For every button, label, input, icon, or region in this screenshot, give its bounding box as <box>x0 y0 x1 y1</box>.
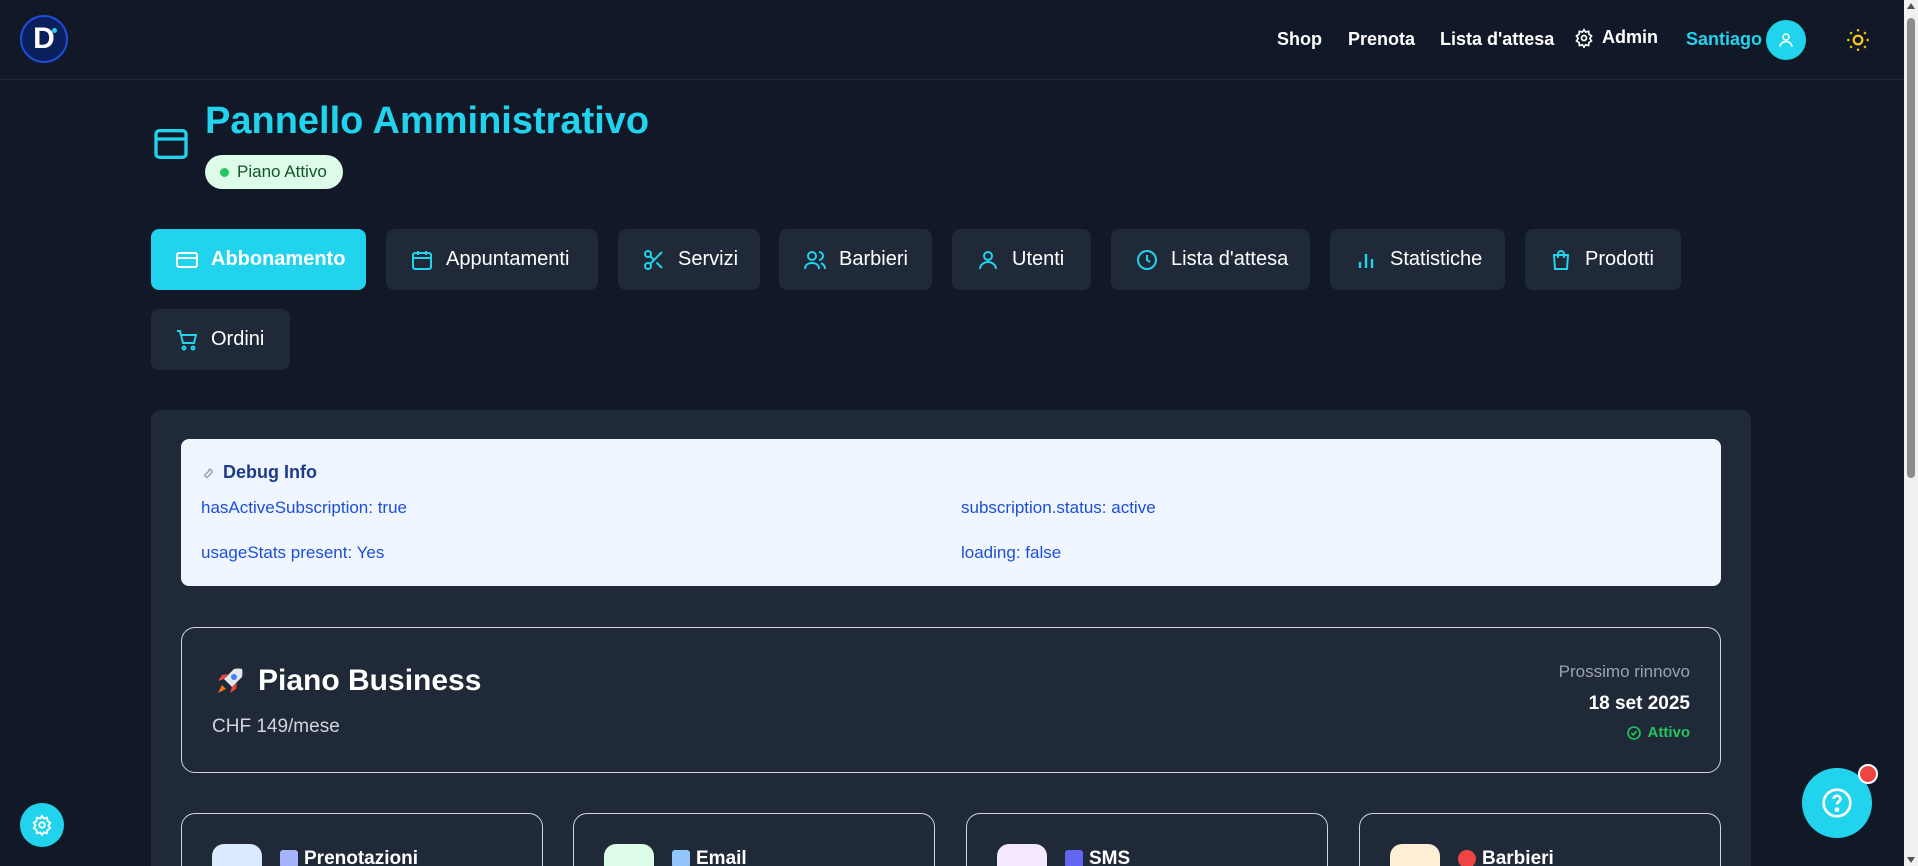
usage-label: Prenotazioni <box>280 848 418 866</box>
usage-card-email: Email <box>573 813 935 866</box>
scissors-emoji-icon <box>1458 850 1476 866</box>
scroll-up-arrow-icon[interactable] <box>1907 3 1915 9</box>
debug-info-box: Debug Info hasActiveSubscription: true s… <box>181 439 1721 586</box>
logo-dot <box>52 28 57 33</box>
renew-date: 18 set 2025 <box>1588 693 1690 714</box>
usage-label-text: Prenotazioni <box>304 848 419 866</box>
tab-label: Barbieri <box>839 248 908 270</box>
clock-icon <box>1137 249 1157 270</box>
usage-label: SMS <box>1065 848 1130 866</box>
top-navbar: D Shop Prenota Lista d'attesa Admin Sant… <box>0 0 1904 80</box>
tab-barbieri[interactable]: Barbieri <box>779 229 932 290</box>
tab-label: Lista d'attesa <box>1171 248 1289 270</box>
plan-name-label: Piano Business <box>258 664 482 697</box>
phone-emoji-icon <box>1065 850 1083 866</box>
gear-icon <box>1575 27 1593 48</box>
nav-link-admin-label: Admin <box>1602 27 1658 47</box>
status-badge-label: Piano Attivo <box>237 162 327 181</box>
tab-label: Utenti <box>1012 248 1065 270</box>
layout-icon <box>154 129 188 159</box>
scroll-down-arrow-icon[interactable] <box>1907 857 1915 863</box>
status-badge: Piano Attivo <box>205 155 343 189</box>
plan-price: CHF 149/mese <box>212 716 340 737</box>
shopping-cart-icon <box>177 329 198 350</box>
logo[interactable]: D <box>20 15 68 63</box>
tab-abbonamento[interactable]: Abbonamento <box>151 229 366 290</box>
shopping-bag-icon <box>1552 249 1570 270</box>
tab-servizi[interactable]: Servizi <box>618 229 760 290</box>
tab-label: Prodotti <box>1585 248 1654 270</box>
wrench-icon <box>203 468 213 479</box>
plan-card: Piano Business CHF 149/mese Prossimo rin… <box>181 627 1721 773</box>
debug-title: Debug Info <box>201 462 317 483</box>
debug-row: subscription.status: active <box>961 498 1156 517</box>
tab-label: Servizi <box>678 248 739 270</box>
envelope-emoji-icon <box>672 850 690 866</box>
bar-chart-icon <box>1358 253 1374 268</box>
renew-status: Attivo <box>1626 724 1691 741</box>
scrollbar-thumb[interactable] <box>1907 18 1915 478</box>
tab-label: Statistiche <box>1390 248 1483 270</box>
nav-link-admin[interactable]: Admin <box>1574 27 1658 48</box>
tab-utenti[interactable]: Utenti <box>952 229 1091 290</box>
renew-label: Prossimo rinnovo <box>1558 662 1690 681</box>
notification-badge <box>1858 764 1878 784</box>
tab-lista-attesa[interactable]: Lista d'attesa <box>1111 229 1310 290</box>
debug-row: usageStats present: Yes <box>201 543 385 562</box>
check-circle-icon <box>1626 725 1641 740</box>
calendar-icon <box>412 250 432 270</box>
tab-ordini[interactable]: Ordini <box>151 309 290 370</box>
users-icon <box>1390 844 1440 866</box>
usage-label-text: Email <box>696 848 747 866</box>
calendar-emoji-icon <box>280 850 298 866</box>
tab-prodotti[interactable]: Prodotti <box>1525 229 1681 290</box>
user-name[interactable]: Santiago <box>1686 29 1762 50</box>
usage-label: Barbieri <box>1458 848 1554 866</box>
settings-button[interactable] <box>20 803 64 847</box>
phone-icon <box>997 844 1047 866</box>
nav-link-lista-attesa[interactable]: Lista d'attesa <box>1440 29 1554 50</box>
sun-icon[interactable] <box>1845 27 1871 53</box>
usage-label: Email <box>672 848 747 866</box>
status-dot <box>220 168 229 177</box>
renew-status-label: Attivo <box>1647 724 1691 741</box>
usage-card-sms: SMS <box>966 813 1328 866</box>
tab-label: Abbonamento <box>211 248 346 270</box>
avatar[interactable] <box>1766 20 1806 60</box>
user-avatar-icon <box>1779 33 1793 47</box>
tab-label: Ordini <box>211 328 265 350</box>
usage-card-barbieri: Barbieri <box>1359 813 1721 866</box>
scrollbar[interactable] <box>1904 0 1918 866</box>
page-title: Pannello Amministrativo <box>205 100 650 142</box>
debug-row: hasActiveSubscription: true <box>201 498 407 517</box>
tab-statistiche[interactable]: Statistiche <box>1330 229 1505 290</box>
usage-label-text: Barbieri <box>1482 848 1554 866</box>
users-icon <box>804 250 826 269</box>
help-button[interactable] <box>1802 764 1878 838</box>
usage-card-prenotazioni: Prenotazioni <box>181 813 543 866</box>
scissors-icon <box>644 249 663 270</box>
user-icon <box>979 250 997 269</box>
debug-title-label: Debug Info <box>223 462 317 482</box>
plan-name: Piano Business <box>214 664 481 698</box>
calendar-icon <box>212 844 262 866</box>
tab-appuntamenti[interactable]: Appuntamenti <box>386 229 598 290</box>
debug-row: loading: false <box>961 543 1062 562</box>
mail-icon <box>604 844 654 866</box>
nav-link-shop[interactable]: Shop <box>1277 29 1322 50</box>
gear-icon <box>32 814 52 836</box>
credit-card-icon <box>176 251 198 268</box>
help-circle-icon <box>1822 788 1852 818</box>
usage-label-text: SMS <box>1089 848 1131 866</box>
logo-letter: D <box>33 22 55 55</box>
tab-label: Appuntamenti <box>446 248 570 270</box>
nav-link-prenota[interactable]: Prenota <box>1348 29 1415 50</box>
rocket-icon <box>218 668 243 693</box>
